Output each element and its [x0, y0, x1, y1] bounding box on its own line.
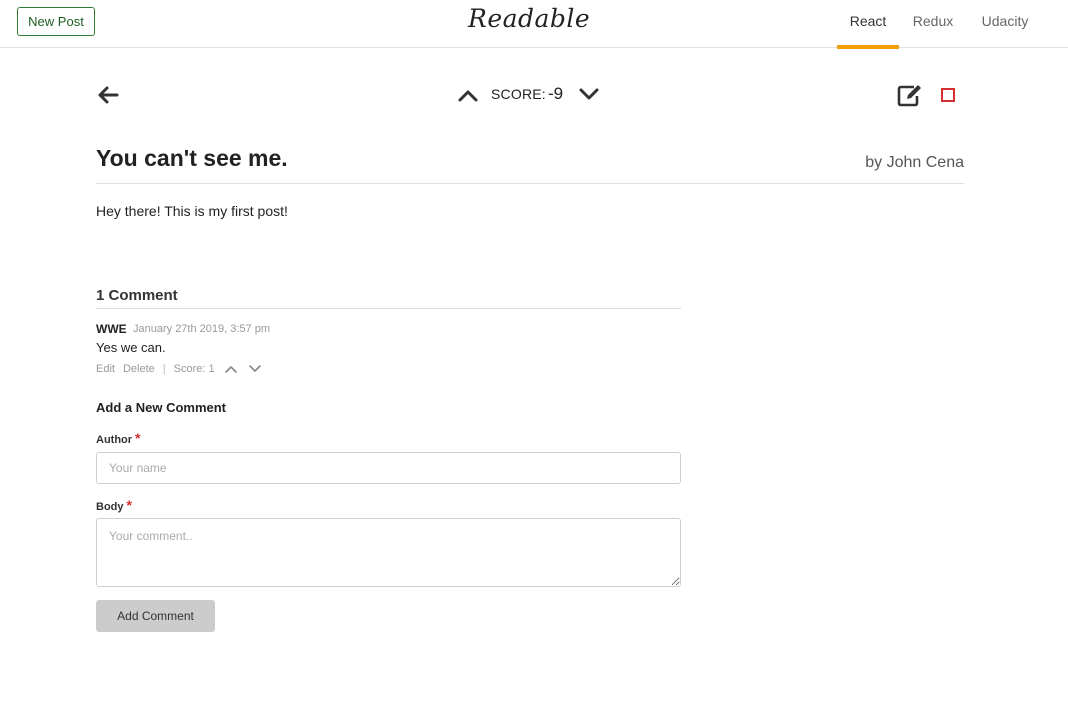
- required-asterisk: *: [135, 430, 141, 446]
- tab-react-label: React: [849, 13, 887, 29]
- body-field-label: Body *: [96, 497, 132, 513]
- comment-author: WWE: [96, 322, 127, 336]
- post-divider: [96, 183, 964, 184]
- comment-edit-link[interactable]: Edit: [96, 363, 115, 375]
- required-asterisk: *: [126, 497, 132, 513]
- author-label-text: Author: [96, 434, 133, 446]
- tab-redux[interactable]: Redux: [904, 0, 962, 48]
- edit-post-icon[interactable]: [897, 83, 923, 107]
- tab-redux-label: Redux: [912, 13, 954, 29]
- comment-upvote-chevron-up-icon[interactable]: [224, 365, 237, 373]
- post-score-value: -9: [548, 84, 564, 103]
- tab-react[interactable]: React: [837, 0, 899, 49]
- upvote-chevron-up-icon[interactable]: [458, 88, 478, 102]
- comments-divider: [96, 308, 681, 309]
- post-title: You can't see me.: [96, 145, 288, 171]
- comment-body: Yes we can.: [96, 340, 166, 355]
- brand-logo[interactable]: Readable: [468, 4, 590, 33]
- score-label: SCORE:: [491, 86, 546, 102]
- back-arrow-icon[interactable]: [97, 85, 119, 105]
- tab-udacity-label: Udacity: [981, 13, 1029, 29]
- add-comment-button[interactable]: Add Comment: [96, 600, 215, 632]
- comment-score: Score: 1: [173, 363, 215, 375]
- delete-post-icon[interactable]: [941, 88, 955, 102]
- body-label-text: Body: [96, 501, 124, 513]
- top-navbar: New Post Readable React Redux Udacity: [0, 0, 1068, 49]
- comments-count-heading: 1 Comment: [96, 287, 178, 304]
- author-field-label: Author *: [96, 430, 141, 446]
- tab-udacity[interactable]: Udacity: [972, 0, 1038, 48]
- comment-date: January 27th 2019, 3:57 pm: [133, 323, 270, 335]
- comment-body-textarea[interactable]: [96, 518, 681, 587]
- comment-actions-separator: |: [162, 363, 166, 375]
- post-author: by John Cena: [865, 154, 964, 171]
- downvote-chevron-down-icon[interactable]: [579, 88, 599, 102]
- post-body: Hey there! This is my first post!: [96, 203, 288, 219]
- comment-actions: Edit Delete | Score: 1: [96, 362, 261, 376]
- active-tab-indicator: [837, 45, 899, 49]
- comment-downvote-chevron-down-icon[interactable]: [248, 365, 261, 373]
- author-input[interactable]: [96, 452, 681, 484]
- new-post-button[interactable]: New Post: [17, 7, 95, 36]
- add-comment-heading: Add a New Comment: [96, 400, 227, 415]
- comment-delete-link[interactable]: Delete: [123, 363, 155, 375]
